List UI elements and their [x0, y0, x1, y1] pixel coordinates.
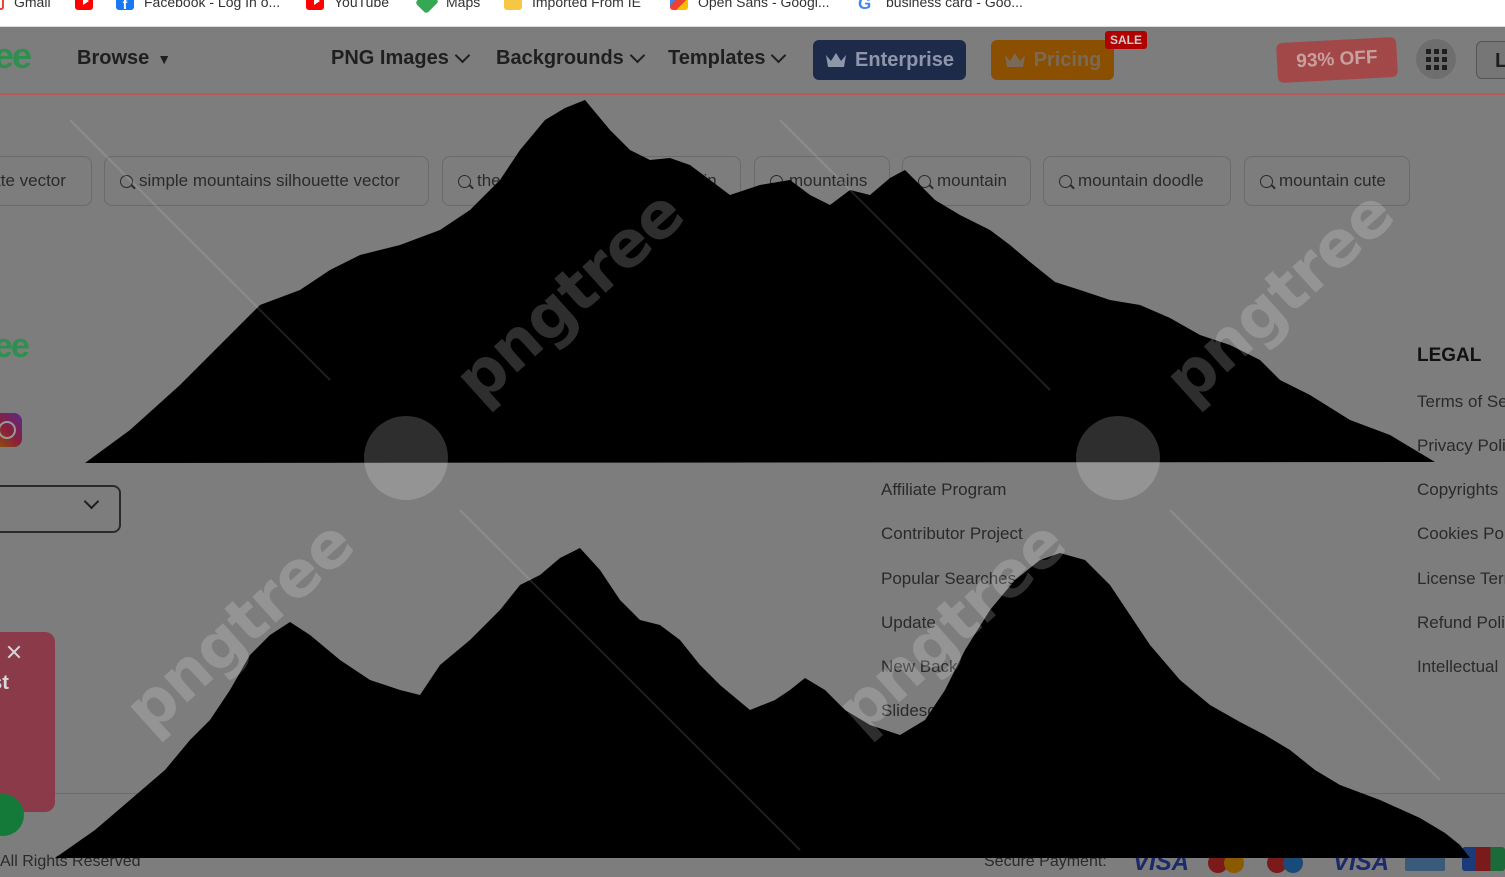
amex-icon: [1405, 853, 1445, 871]
site-logo[interactable]: ee: [0, 35, 32, 77]
search-chip[interactable]: mountains: [754, 156, 890, 206]
sale-badge: SALE: [1105, 31, 1148, 49]
pricing-label: Pricing: [1033, 48, 1102, 71]
legal-link-license[interactable]: License Terr: [1417, 569, 1505, 589]
gmail-icon: [0, 0, 4, 10]
bookmark-label: Maps: [446, 0, 481, 10]
footer-divider: [0, 793, 1505, 794]
crown-icon: [826, 53, 847, 67]
bookmark-youtube-1[interactable]: [75, 0, 93, 10]
chip-label: the m: [477, 171, 520, 190]
bookmark-label: Open Sans - Googl...: [698, 0, 830, 10]
language-select[interactable]: [0, 485, 121, 533]
youtube-icon: [75, 0, 93, 10]
search-icon: [120, 174, 133, 188]
bookmark-folder-ie[interactable]: Imported From IE: [504, 0, 641, 10]
chevron-down-icon: [83, 493, 100, 510]
jcb-icon: [1462, 847, 1505, 871]
chip-label: mountain doodle: [1078, 171, 1204, 190]
legal-link-refund[interactable]: Refund Poli: [1417, 613, 1505, 633]
maps-icon: [414, 0, 440, 15]
legal-link-terms[interactable]: Terms of Se: [1417, 392, 1505, 412]
legal-link-copyrights[interactable]: Copyrights: [1417, 480, 1498, 500]
legal-heading: LEGAL: [1417, 345, 1482, 366]
backgrounds-menu[interactable]: Backgrounds: [496, 47, 646, 70]
watermark-logo-icon: [364, 416, 448, 500]
bookmarks-bar: Gmail f Facebook - Log In o... YouTube M…: [0, 0, 1505, 27]
crown-icon: [1004, 53, 1025, 67]
chip-label: mountain: [937, 171, 1007, 190]
search-chip[interactable]: mountain cute: [1244, 156, 1410, 206]
promo-popup[interactable]: est: [0, 632, 55, 812]
bookmark-label: business card - Goo...: [886, 0, 1023, 10]
search-chip[interactable]: simple mountains silhouette vector: [104, 156, 429, 206]
chevron-down-icon: [454, 47, 471, 64]
search-chip[interactable]: tte vector: [0, 156, 92, 206]
chip-label: simple mountains silhouette vector: [139, 171, 400, 190]
legal-link-privacy[interactable]: Privacy Poli: [1417, 436, 1505, 456]
google-fonts-icon: [670, 0, 688, 10]
browse-menu[interactable]: Browse ▼: [77, 47, 171, 70]
folder-icon: [504, 0, 522, 10]
chevron-down-icon: [771, 47, 787, 64]
enterprise-button[interactable]: Enterprise: [813, 40, 966, 80]
chip-label: mountains: [789, 171, 868, 190]
png-images-menu[interactable]: PNG Images: [331, 47, 471, 70]
footer-link-affiliate[interactable]: Affiliate Program: [881, 480, 1006, 500]
google-icon: G: [858, 0, 872, 13]
bookmark-facebook[interactable]: f Facebook - Log In o...: [116, 0, 281, 12]
visa-icon: VISA: [1133, 849, 1190, 876]
discount-badge[interactable]: 93% OFF: [1276, 36, 1398, 84]
pricing-button[interactable]: Pricing: [991, 40, 1114, 80]
bookmark-label: Facebook - Log In o...: [144, 0, 281, 10]
bookmark-maps[interactable]: Maps: [414, 0, 481, 15]
caret-down-icon: ▼: [157, 50, 172, 67]
bookmark-youtube-2[interactable]: YouTube: [306, 0, 389, 10]
templates-menu[interactable]: Templates: [668, 47, 787, 70]
legal-link-cookies[interactable]: Cookies Pol: [1417, 524, 1505, 544]
bookmark-open-sans[interactable]: Open Sans - Googl...: [670, 0, 830, 10]
png-images-label: PNG Images: [331, 47, 449, 69]
maestro-icon: [1267, 853, 1311, 873]
bookmark-label: Gmail: [14, 0, 51, 10]
search-chip[interactable]: mountain doodle: [1043, 156, 1231, 206]
templates-label: Templates: [668, 47, 766, 69]
search-icon: [770, 174, 783, 188]
instagram-icon[interactable]: [0, 413, 22, 447]
chevron-down-icon: [629, 47, 646, 64]
browse-label: Browse: [77, 47, 150, 69]
youtube-icon: [306, 0, 324, 10]
login-button[interactable]: L: [1476, 41, 1505, 79]
watermark-logo-icon: [1076, 416, 1160, 500]
search-icon: [458, 174, 471, 188]
promo-text: est: [0, 672, 9, 694]
search-icon: [1059, 174, 1072, 188]
backgrounds-label: Backgrounds: [496, 47, 624, 69]
search-chip[interactable]: mountain: [902, 156, 1031, 206]
chip-label: ain: [694, 171, 717, 190]
page-background: ee Browse ▼ PNG Images Backgrounds Templ…: [0, 27, 1505, 876]
top-navigation: ee Browse ▼ PNG Images Backgrounds Templ…: [0, 27, 1505, 95]
footer-logo[interactable]: ee: [0, 327, 30, 366]
bookmark-label: Imported From IE: [532, 0, 641, 10]
enterprise-label: Enterprise: [855, 48, 954, 71]
search-icon: [1260, 174, 1273, 188]
visa-icon: VISA: [1333, 849, 1390, 876]
close-icon[interactable]: [6, 644, 22, 660]
mastercard-icon: [1208, 853, 1252, 873]
search-icon: [918, 174, 931, 188]
facebook-icon: f: [116, 0, 134, 12]
bookmark-label: YouTube: [334, 0, 390, 10]
secure-payment-label: Secure Payment:: [984, 853, 1107, 870]
apps-grid-icon[interactable]: [1416, 39, 1456, 79]
bookmark-gmail[interactable]: Gmail: [0, 0, 51, 10]
copyright-text: All Rights Reserved: [0, 853, 141, 870]
bookmark-business-card[interactable]: G business card - Goo...: [858, 0, 1023, 13]
search-chip[interactable]: the m ain: [442, 156, 741, 206]
chip-label: tte vector: [0, 171, 66, 190]
legal-link-intellectual[interactable]: Intellectual: [1417, 657, 1498, 677]
